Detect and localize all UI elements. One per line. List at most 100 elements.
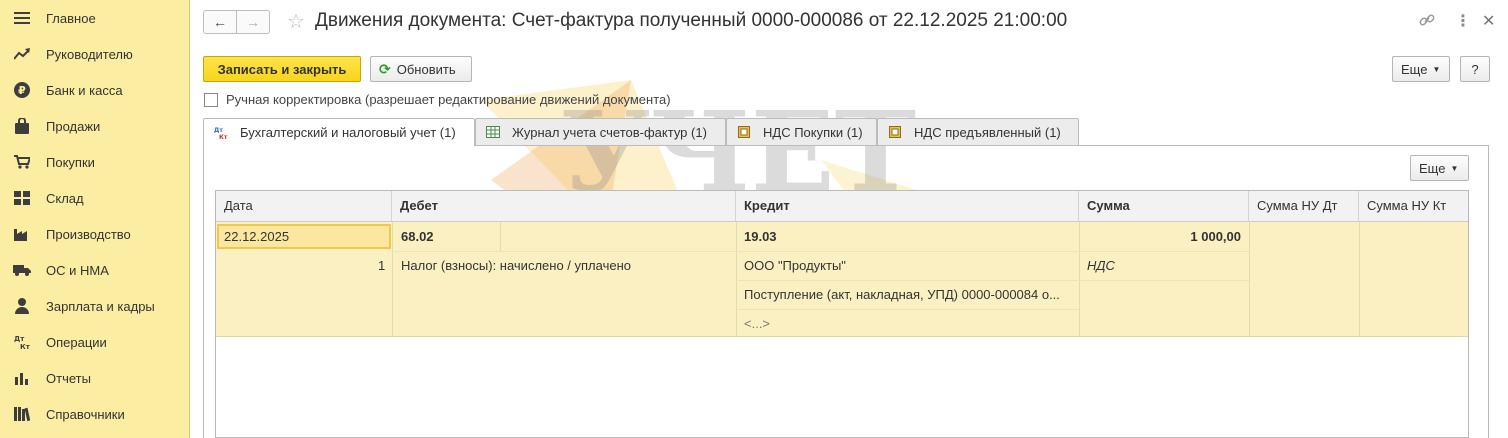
more-button[interactable]: Еще ▼ — [1392, 56, 1450, 82]
tab-vat-presented[interactable]: НДС предъявленный (1) — [877, 118, 1079, 145]
column-header-debit[interactable]: Дебет — [392, 191, 736, 222]
sidebar: Главное Руководителю ₽ Банк и касса Прод… — [0, 0, 190, 438]
cell-credit-subconto-1[interactable]: ООО "Продукты" — [744, 258, 846, 273]
ruble-icon: ₽ — [13, 81, 31, 99]
dropdown-arrow-icon: ▼ — [1450, 163, 1459, 173]
column-header-credit[interactable]: Кредит — [736, 191, 1079, 222]
row-divider — [736, 280, 1249, 281]
column-divider — [392, 222, 393, 337]
tab-label: НДС Покупки (1) — [763, 124, 863, 140]
sidebar-item-label: Склад — [46, 190, 84, 206]
tab-label: НДС предъявленный (1) — [914, 124, 1061, 140]
sidebar-item-label: Операции — [46, 334, 107, 350]
column-divider — [1249, 222, 1250, 337]
person-icon — [13, 297, 31, 315]
sidebar-item-manager[interactable]: Руководителю — [0, 36, 190, 72]
factory-icon — [13, 225, 31, 243]
svg-text:Дт: Дт — [214, 127, 223, 134]
sidebar-item-main[interactable]: Главное — [0, 0, 190, 36]
trend-icon — [13, 45, 31, 63]
refresh-icon: ⟳ — [379, 60, 391, 77]
sidebar-item-bank[interactable]: ₽ Банк и касса — [0, 72, 190, 108]
grid-more-label: Еще — [1419, 160, 1446, 176]
row-divider — [736, 309, 1079, 310]
arrow-left-icon: ← — [213, 14, 227, 30]
column-header-amount-nu-kt[interactable]: Сумма НУ Кт — [1359, 191, 1468, 222]
page-title: Движения документа: Счет-фактура получен… — [315, 10, 1068, 31]
sidebar-item-label: Продажи — [46, 118, 101, 134]
cell-amount[interactable]: 1 000,00 — [1079, 229, 1241, 244]
grid-more-button[interactable]: Еще ▼ — [1410, 155, 1469, 181]
refresh-label: Обновить — [396, 61, 456, 77]
register-icon — [737, 125, 751, 139]
sidebar-item-label: Банк и касса — [46, 82, 123, 98]
manual-correction-label: Ручная корректировка (разрешает редактир… — [226, 92, 671, 107]
bag-icon — [13, 117, 31, 135]
svg-text:₽: ₽ — [18, 84, 26, 97]
column-divider — [500, 222, 501, 251]
sidebar-item-label: Главное — [46, 10, 96, 26]
favorite-star-icon[interactable]: ☆ — [287, 9, 305, 34]
tab-label: Бухгалтерский и налоговый учет (1) — [240, 125, 456, 140]
cell-row-number: 1 — [378, 258, 386, 273]
sidebar-item-label: Отчеты — [46, 370, 91, 386]
column-header-amount[interactable]: Сумма — [1079, 191, 1249, 222]
row-divider — [392, 251, 1249, 252]
sidebar-item-salary[interactable]: Зарплата и кадры — [0, 288, 190, 324]
svg-text:Кт: Кт — [20, 343, 30, 350]
sidebar-item-label: Покупки — [46, 154, 95, 170]
sidebar-item-label: Справочники — [46, 406, 125, 422]
refresh-button[interactable]: ⟳ Обновить — [370, 56, 472, 82]
cell-credit-subconto-3[interactable]: <...> — [744, 316, 770, 331]
cell-debit-subconto[interactable]: Налог (взносы): начислено / уплачено — [401, 258, 631, 273]
sidebar-item-label: Руководителю — [46, 46, 133, 62]
sidebar-item-assets[interactable]: ОС и НМА — [0, 252, 190, 288]
cell-amount-note[interactable]: НДС — [1087, 258, 1115, 273]
manual-correction-row[interactable]: Ручная корректировка (разрешает редактир… — [204, 92, 671, 107]
column-header-date[interactable]: Дата — [216, 191, 392, 222]
table-icon — [486, 125, 500, 139]
tab-label: Журнал учета счетов-фактур (1) — [512, 124, 707, 140]
help-label: ? — [1471, 61, 1479, 77]
sidebar-item-catalogs[interactable]: Справочники — [0, 396, 190, 432]
more-label: Еще — [1401, 61, 1428, 77]
cart-icon — [13, 153, 31, 171]
sidebar-item-operations[interactable]: Дт Кт Операции — [0, 324, 190, 360]
sidebar-item-purchases[interactable]: Покупки — [0, 144, 190, 180]
tab-accounting[interactable]: Дт Кт Бухгалтерский и налоговый учет (1) — [203, 118, 475, 146]
help-button[interactable]: ? — [1460, 56, 1490, 82]
cell-debit-account[interactable]: 68.02 — [401, 229, 434, 244]
save-and-close-button[interactable]: Записать и закрыть — [203, 56, 361, 82]
book-icon — [13, 405, 31, 423]
menu-icon — [13, 9, 31, 27]
svg-text:Дт: Дт — [14, 335, 25, 343]
sidebar-item-production[interactable]: Производство — [0, 216, 190, 252]
tab-invoice-journal[interactable]: Журнал учета счетов-фактур (1) — [475, 118, 726, 145]
sidebar-item-warehouse[interactable]: Склад — [0, 180, 190, 216]
sidebar-item-reports[interactable]: Отчеты — [0, 360, 190, 396]
close-icon[interactable]: ✕ — [1482, 11, 1495, 31]
sidebar-item-sales[interactable]: Продажи — [0, 108, 190, 144]
register-icon — [888, 125, 902, 139]
bar-chart-icon — [13, 369, 31, 387]
link-icon[interactable] — [1419, 12, 1435, 33]
cell-credit-account[interactable]: 19.03 — [744, 229, 777, 244]
arrow-right-icon: → — [246, 14, 260, 30]
forward-button[interactable]: → — [236, 10, 270, 34]
column-divider — [1359, 222, 1360, 337]
sidebar-item-label: ОС и НМА — [46, 262, 109, 278]
save-and-close-label: Записать и закрыть — [217, 61, 347, 77]
sidebar-item-label: Зарплата и кадры — [46, 298, 155, 314]
sidebar-item-label: Производство — [46, 226, 131, 242]
column-header-amount-nu-dt[interactable]: Сумма НУ Дт — [1249, 191, 1359, 222]
truck-icon — [13, 261, 31, 279]
dt-kt-icon: Дт Кт — [13, 333, 31, 351]
dropdown-arrow-icon: ▼ — [1432, 64, 1441, 74]
manual-correction-checkbox[interactable] — [204, 92, 218, 107]
cell-credit-subconto-2[interactable]: Поступление (акт, накладная, УПД) 0000-0… — [744, 287, 1060, 302]
tab-vat-purchases[interactable]: НДС Покупки (1) — [726, 118, 877, 145]
cell-date[interactable]: 22.12.2025 — [224, 229, 289, 244]
main-area: УЧЕТ БЕЗ ЗАБОТ ← → ☆ Движения документа:… — [191, 0, 1508, 438]
more-vertical-icon[interactable]: ⋮ — [1455, 11, 1471, 31]
back-button[interactable]: ← — [203, 10, 237, 34]
